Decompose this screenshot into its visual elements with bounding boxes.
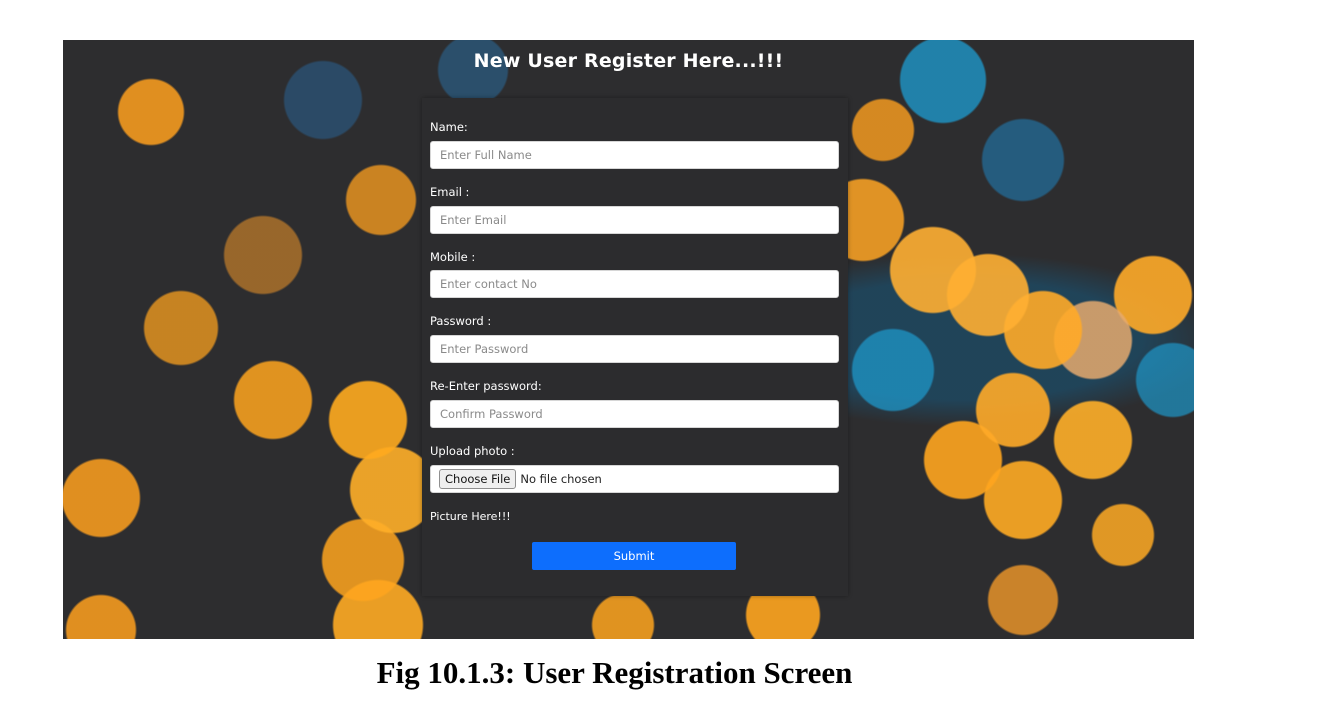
password-label: Password :: [430, 314, 492, 328]
name-input[interactable]: [430, 141, 839, 169]
mobile-label: Mobile :: [430, 250, 476, 264]
email-label: Email :: [430, 185, 470, 199]
confirm-password-input[interactable]: [430, 400, 839, 428]
mobile-input[interactable]: [430, 270, 839, 298]
page-title: New User Register Here...!!!: [473, 50, 784, 72]
app-screen: New User Register Here...!!! Name: Email…: [63, 40, 1194, 639]
confirm-password-label: Re-Enter password:: [430, 379, 542, 393]
password-input[interactable]: [430, 335, 839, 363]
submit-button[interactable]: Submit: [532, 542, 736, 570]
figure-caption: Fig 10.1.3: User Registration Screen: [376, 655, 853, 690]
upload-photo-label: Upload photo :: [430, 444, 515, 458]
choose-file-button[interactable]: Choose File: [439, 469, 517, 489]
photo-file-input[interactable]: Choose File No file chosen: [430, 465, 839, 493]
name-label: Name:: [430, 120, 468, 134]
picture-placeholder-text: Picture Here!!!: [430, 510, 511, 523]
file-status-text: No file chosen: [520, 472, 602, 486]
email-input[interactable]: [430, 206, 839, 234]
registration-form: Name: Email : Mobile : Password : Re-Ent…: [422, 98, 848, 596]
